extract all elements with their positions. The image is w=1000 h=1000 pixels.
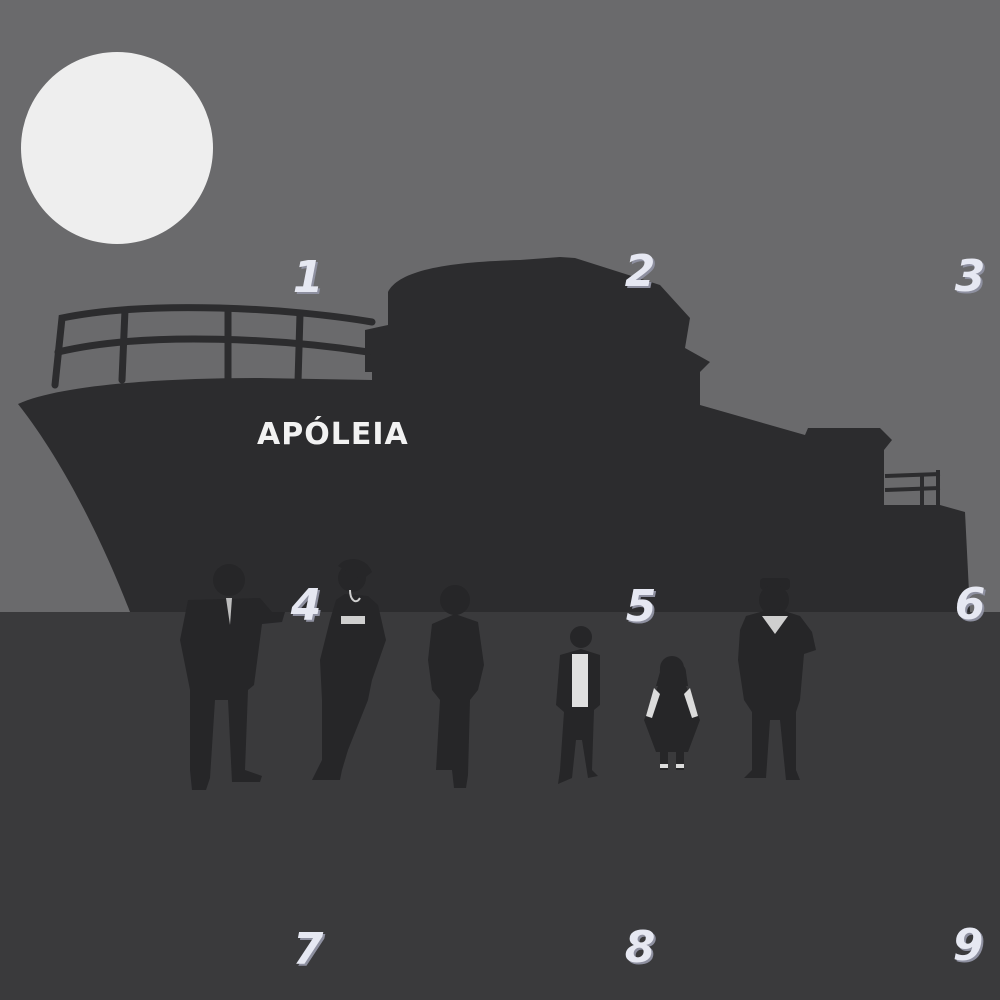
grid-number-1[interactable]: 1: [293, 256, 324, 300]
ship-name: APÓLEIA: [257, 415, 409, 452]
scene-artwork: APÓLEIA: [0, 0, 1000, 1000]
grid-number-4[interactable]: 4: [291, 584, 322, 628]
grid-number-9[interactable]: 9: [953, 924, 984, 968]
grid-number-6[interactable]: 6: [955, 583, 986, 627]
grid-number-2[interactable]: 2: [625, 250, 656, 294]
grid-number-3[interactable]: 3: [955, 255, 986, 299]
ground: [0, 612, 1000, 1000]
moon: [21, 52, 213, 244]
grid-number-5[interactable]: 5: [626, 585, 657, 629]
grid-number-7[interactable]: 7: [293, 928, 324, 972]
game-scene: APÓLEIA 1 2 3 4 5 6 7 8 9: [0, 0, 1000, 1000]
grid-number-8[interactable]: 8: [625, 926, 656, 970]
